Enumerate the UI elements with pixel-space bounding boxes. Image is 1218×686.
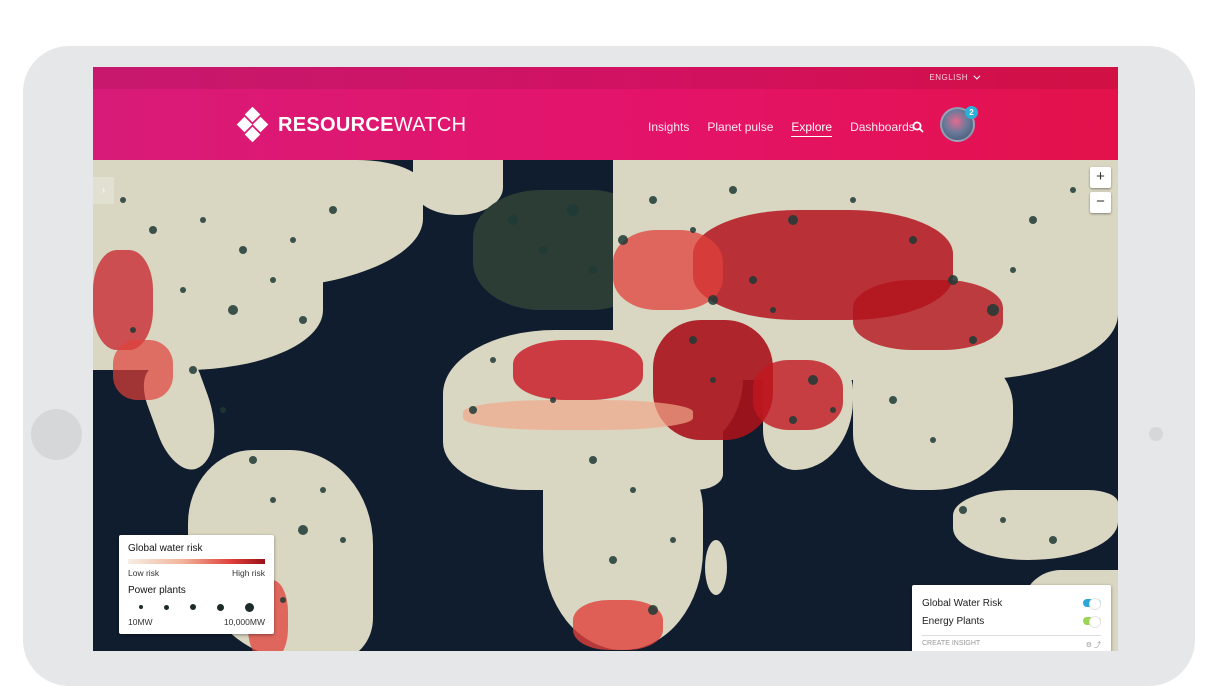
search-icon[interactable]: [912, 121, 924, 133]
language-selector[interactable]: ENGLISH: [929, 72, 981, 82]
layer-toggle-water-risk[interactable]: [1083, 598, 1101, 610]
active-layers-panel: Global Water Risk Energy Plants CREATE I…: [912, 585, 1111, 651]
legend-high-label: High risk: [231, 568, 265, 578]
nav-dashboards[interactable]: Dashboards: [850, 120, 915, 137]
legend-low-label: Low risk: [128, 568, 160, 578]
share-icon[interactable]: ⚙ ⤴: [1086, 640, 1101, 650]
layers-footer: CREATE INSIGHT ⚙ ⤴: [922, 640, 1101, 650]
tablet-camera: [1149, 427, 1163, 441]
legend-min-label: 10MW: [128, 617, 153, 627]
legend-dot-4: [217, 603, 224, 611]
map-legend: Global water risk Low risk High risk Pow…: [119, 535, 274, 634]
logo-text: RESOURCEWATCH: [278, 113, 467, 136]
legend-plants-title: Power plants: [128, 585, 186, 596]
app-screen: ENGLISH RESOURCEWATCH Insights Planet pu…: [93, 67, 1118, 651]
legend-dot-3: [190, 604, 196, 610]
chevron-down-icon: [973, 72, 981, 80]
site-header: ENGLISH RESOURCEWATCH Insights Planet pu…: [93, 67, 1118, 160]
legend-dot-2: [164, 604, 169, 610]
nav-insights[interactable]: Insights: [648, 120, 689, 137]
tablet-home-button: [31, 409, 82, 460]
zoom-in-button[interactable]: +: [1090, 167, 1111, 188]
legend-water-range: Low risk High risk: [128, 568, 265, 578]
legend-dot-5: [245, 602, 254, 612]
language-bar: ENGLISH: [93, 67, 1118, 89]
nav-planet-pulse[interactable]: Planet pulse: [707, 120, 773, 137]
legend-water-title: Global water risk: [128, 543, 203, 554]
legend-max-label: 10,000MW: [223, 617, 265, 627]
layer-row-energy-plants: Energy Plants: [922, 612, 1101, 630]
notification-badge: 2: [965, 106, 978, 119]
layer-row-water-risk: Global Water Risk: [922, 594, 1101, 612]
logo[interactable]: RESOURCEWATCH: [236, 106, 467, 143]
legend-dot-1: [139, 605, 143, 609]
nav-explore[interactable]: Explore: [791, 120, 833, 137]
legend-water-gradient: [128, 559, 265, 564]
layer-toggle-energy-plants[interactable]: [1083, 616, 1101, 628]
layers-divider: [922, 635, 1101, 636]
logo-mark-icon: [236, 106, 270, 143]
language-label: ENGLISH: [929, 73, 968, 82]
create-insight-link[interactable]: CREATE INSIGHT: [922, 640, 980, 650]
main-nav: Insights Planet pulse Explore Dashboards: [648, 120, 915, 137]
zoom-out-button[interactable]: −: [1090, 192, 1111, 213]
sidebar-toggle-button[interactable]: ›: [93, 177, 114, 204]
layer-label: Global Water Risk: [922, 597, 1003, 609]
layer-label: Energy Plants: [922, 615, 985, 627]
legend-plant-sizes: [128, 602, 265, 612]
legend-plants-range: 10MW 10,000MW: [128, 617, 265, 627]
